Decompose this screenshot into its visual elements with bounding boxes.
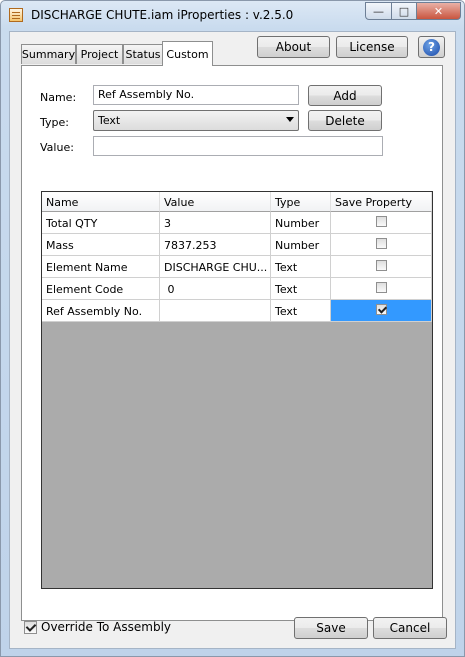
- cell-save-property[interactable]: [331, 256, 432, 278]
- cell-value[interactable]: 3: [160, 212, 271, 234]
- table-row[interactable]: Total QTY 3 Number: [42, 212, 432, 234]
- title-bar[interactable]: DISCHARGE CHUTE.iam iProperties : v.2.5.…: [1, 1, 464, 29]
- grid-header-row: Name Value Type Save Property: [42, 192, 432, 214]
- table-row[interactable]: Mass 7837.253 Number: [42, 234, 432, 256]
- cell-type[interactable]: Number: [271, 234, 331, 256]
- column-header-value[interactable]: Value: [160, 192, 271, 212]
- type-label: Type:: [40, 116, 69, 129]
- cell-value[interactable]: 0: [160, 278, 271, 300]
- save-property-checkbox[interactable]: [375, 238, 387, 249]
- add-button[interactable]: Add: [308, 85, 382, 106]
- tab-status[interactable]: Status: [123, 44, 163, 64]
- cell-save-property[interactable]: [331, 278, 432, 300]
- override-label: Override To Assembly: [41, 620, 172, 634]
- override-checkbox[interactable]: [24, 620, 37, 634]
- cell-name[interactable]: Total QTY: [42, 212, 160, 234]
- type-select[interactable]: Text: [93, 110, 299, 131]
- cell-name[interactable]: Element Code: [42, 278, 160, 300]
- delete-button[interactable]: Delete: [308, 110, 382, 131]
- column-header-save-property[interactable]: Save Property: [331, 192, 432, 212]
- save-button[interactable]: Save: [294, 617, 368, 639]
- app-icon: [9, 8, 23, 22]
- column-header-name[interactable]: Name: [42, 192, 160, 212]
- cell-type[interactable]: Number: [271, 212, 331, 234]
- override-to-assembly[interactable]: Override To Assembly: [24, 620, 171, 634]
- cell-name[interactable]: Mass: [42, 234, 160, 256]
- tab-project[interactable]: Project: [76, 44, 123, 64]
- save-property-checkbox[interactable]: [375, 260, 387, 271]
- minimize-icon: —: [373, 4, 384, 18]
- maximize-icon: □: [398, 4, 410, 18]
- cell-value[interactable]: 7837.253: [160, 234, 271, 256]
- cell-value[interactable]: [160, 300, 271, 322]
- column-header-type[interactable]: Type: [271, 192, 331, 212]
- save-property-checkbox[interactable]: [375, 304, 387, 315]
- cell-save-property[interactable]: [331, 212, 432, 234]
- cancel-button[interactable]: Cancel: [373, 617, 447, 639]
- type-select-value: Text: [98, 114, 121, 127]
- properties-grid: Name Value Type Save Property Total QTY …: [41, 191, 433, 589]
- about-button[interactable]: About: [257, 36, 330, 58]
- help-icon: ?: [423, 38, 440, 56]
- table-row[interactable]: Element Code 0 Text: [42, 278, 432, 300]
- save-property-checkbox[interactable]: [375, 282, 387, 293]
- window-title: DISCHARGE CHUTE.iam iProperties : v.2.5.…: [31, 8, 294, 22]
- iproperties-window: DISCHARGE CHUTE.iam iProperties : v.2.5.…: [0, 0, 465, 657]
- maximize-button[interactable]: □: [391, 2, 417, 20]
- cell-type[interactable]: Text: [271, 278, 331, 300]
- cell-name[interactable]: Element Name: [42, 256, 160, 278]
- close-icon: ✕: [433, 4, 444, 18]
- help-button[interactable]: ?: [418, 36, 445, 58]
- cell-value[interactable]: DISCHARGE CHU...: [160, 256, 271, 278]
- close-button[interactable]: ✕: [416, 2, 461, 20]
- cell-type[interactable]: Text: [271, 300, 331, 322]
- value-label: Value:: [40, 141, 74, 154]
- minimize-button[interactable]: —: [365, 2, 392, 20]
- table-row[interactable]: Ref Assembly No. Text: [42, 300, 432, 322]
- cell-type[interactable]: Text: [271, 256, 331, 278]
- cell-save-property[interactable]: [331, 234, 432, 256]
- tab-custom[interactable]: Custom: [162, 41, 213, 66]
- chevron-down-icon: [286, 117, 294, 122]
- dialog-client-area: Summary Project Status Custom About Lice…: [9, 31, 456, 649]
- table-row[interactable]: Element Name DISCHARGE CHU... Text: [42, 256, 432, 278]
- save-property-checkbox[interactable]: [375, 216, 387, 227]
- cell-save-property[interactable]: [331, 300, 432, 322]
- cell-name[interactable]: Ref Assembly No.: [42, 300, 160, 322]
- tab-summary[interactable]: Summary: [21, 44, 76, 64]
- value-input[interactable]: [93, 136, 383, 156]
- name-label: Name:: [40, 91, 77, 104]
- name-input[interactable]: Ref Assembly No.: [93, 85, 299, 105]
- license-button[interactable]: License: [336, 36, 408, 58]
